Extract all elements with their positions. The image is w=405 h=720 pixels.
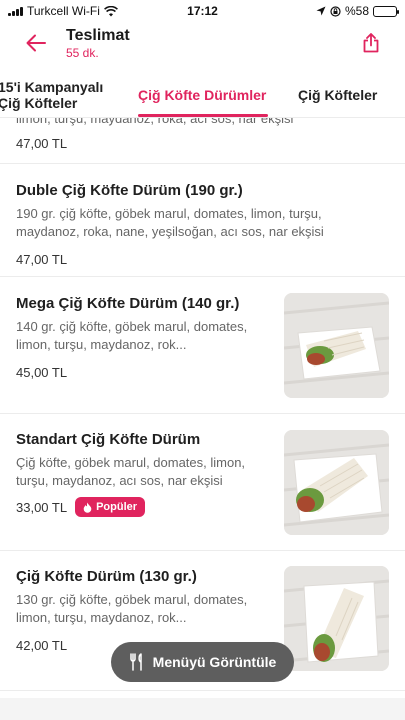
status-right: %58 [267,4,400,18]
location-icon [316,6,326,16]
wrap-photo [284,566,389,671]
header: Teslimat 55 dk. [0,22,405,64]
menu-item-desc: 190 gr. çiğ köfte, göbek marul, domates,… [16,206,324,239]
view-menu-label: Menüyü Görüntüle [152,654,277,670]
menu-item[interactable]: Standart Çiğ Köfte Dürüm Çiğ köfte, göbe… [0,414,405,551]
menu-item-body: Çiğ Köfte Dürüm (130 gr.) 130 gr. çiğ kö… [16,567,271,653]
menu-item-name: Çiğ Köfte Dürüm (130 gr.) [16,568,197,585]
battery-icon [373,5,400,17]
status-bar: Turkcell Wi-Fi 17:12 %58 [0,0,405,22]
menu-item-price: 45,00 TL [16,365,68,380]
menu-item-name: Standart Çiğ Köfte Dürüm [16,431,201,448]
share-icon [363,33,379,53]
menu-item-image [284,566,389,671]
menu-item-price: 33,00 TL [16,499,68,515]
menu-item-image [284,430,389,535]
back-button[interactable] [16,23,56,63]
flame-icon [83,502,92,513]
active-tab-indicator [138,114,268,117]
status-left: Turkcell Wi-Fi [8,4,138,18]
arrow-left-icon [26,34,46,52]
view-menu-button[interactable]: Menüyü Görüntüle [111,642,294,682]
clock: 17:12 [187,4,218,18]
menu-item-desc: 140 gr. çiğ köfte, göbek marul, domates,… [16,319,248,352]
menu-item-name: Mega Çiğ Köfte Dürüm (140 gr.) [16,295,240,312]
menu-item-image [284,293,389,398]
tab-kampanyali-cig-kofteler[interactable]: 15'i Kampanyalı Çiğ Köfteler [0,72,103,117]
menu-item-price: 47,00 TL [16,136,68,151]
menu-list: limon, turşu, maydanoz, roka, acı sos, n… [0,118,405,720]
popular-badge-label: Popüler [96,501,138,513]
battery-label: %58 [344,4,370,18]
category-tabs: 15'i Kampanyalı Çiğ Köfteler Çiğ Köfte D… [0,72,405,118]
delivery-time: 55 dk. [66,45,99,60]
header-text: Teslimat 55 dk. [66,27,351,60]
tab-cig-kofte-durumler[interactable]: Çiğ Köfte Dürümler [138,72,266,117]
signal-icon [8,6,23,16]
share-button[interactable] [351,23,391,63]
menu-item[interactable]: Mega Çiğ Köfte Dürüm (140 gr.) 140 gr. ç… [0,277,405,414]
menu-item[interactable]: Duble Çiğ Köfte Dürüm (190 gr.) 190 gr. … [0,164,405,277]
lock-rotation-icon [330,5,341,17]
popular-badge: Popüler [75,497,146,517]
bottom-separator [0,698,405,720]
wifi-icon [103,5,118,16]
menu-item-body: limon, turşu, maydanoz, roka, acı sos, n… [16,118,346,151]
menu-item-body: Standart Çiğ Köfte Dürüm Çiğ köfte, göbe… [16,430,271,517]
menu-item-body: Duble Çiğ Köfte Dürüm (190 gr.) 190 gr. … [16,181,386,267]
menu-item-desc: limon, turşu, maydanoz, roka, acı sos, n… [16,118,294,126]
page-title: Teslimat [66,26,130,44]
menu-item-desc: Çiğ köfte, göbek marul, domates, limon, … [16,455,246,488]
menu-item-price-row: 33,00 TL Popüler [16,497,271,517]
menu-item-name: Duble Çiğ Köfte Dürüm (190 gr.) [16,182,243,199]
carrier-label: Turkcell Wi-Fi [27,4,100,18]
menu-item-price: 47,00 TL [16,252,68,267]
menu-item-desc: 130 gr. çiğ köfte, göbek marul, domates,… [16,592,248,625]
tab-cig-kofteler[interactable]: Çiğ Köfteler [298,72,377,117]
menu-item-body: Mega Çiğ Köfte Dürüm (140 gr.) 140 gr. ç… [16,294,271,380]
menu-item[interactable]: limon, turşu, maydanoz, roka, acı sos, n… [0,118,405,164]
wrap-photo [284,293,389,398]
fork-knife-icon [129,653,142,671]
wrap-photo [284,430,389,535]
